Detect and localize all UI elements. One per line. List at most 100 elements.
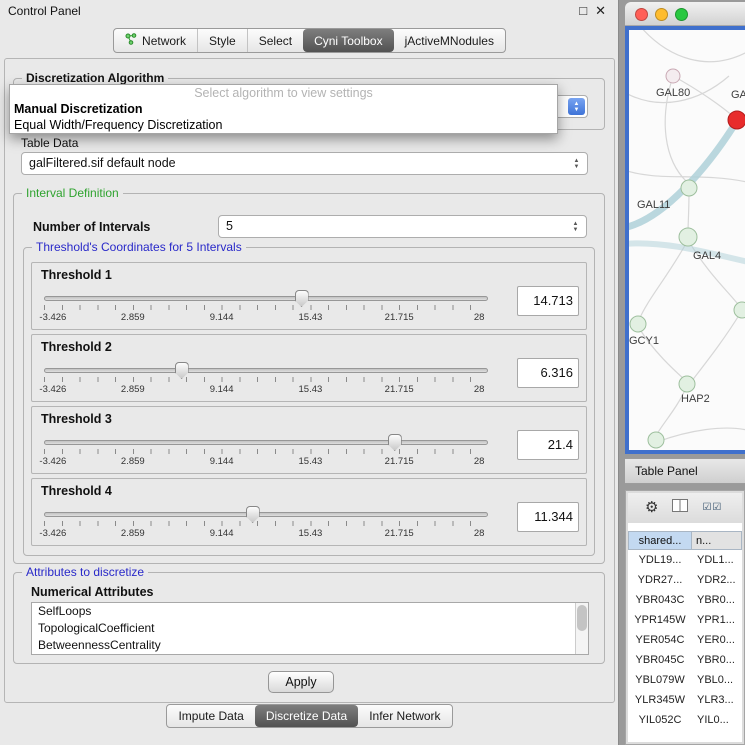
scale-tick-label: 28 (474, 456, 485, 467)
table-row[interactable]: YER054C YER0... (628, 630, 742, 650)
node-label-gal4: GAL4 (693, 250, 721, 262)
tab-style[interactable]: Style (197, 29, 247, 52)
network-node[interactable] (734, 302, 745, 318)
stepper-down-icon: ▼ (573, 227, 579, 233)
threshold-4-slider[interactable]: -3.426 2.859 9.144 15.43 21.715 28 (44, 505, 488, 543)
minimize-traffic-light[interactable] (655, 8, 668, 21)
columns-icon[interactable] (672, 499, 688, 515)
slider-track[interactable] (44, 296, 488, 301)
list-item[interactable]: TopologicalCoefficient (32, 620, 588, 637)
cell[interactable]: YBL0... (692, 670, 742, 690)
table-row[interactable]: YBR045C YBR0... (628, 650, 742, 670)
combo-stepper-icon[interactable]: ▲ ▼ (568, 98, 585, 115)
slider-scale: -3.426 2.859 9.144 15.43 21.715 28 (44, 312, 488, 324)
cell[interactable]: YBR0... (692, 590, 742, 610)
cell[interactable]: YER054C (628, 630, 692, 650)
list-item[interactable]: BetweennessCentrality (32, 637, 588, 654)
tab-cyni-toolbox[interactable]: Cyni Toolbox (303, 29, 393, 52)
cell[interactable]: YDR2... (692, 570, 742, 590)
cell[interactable]: YBR043C (628, 590, 692, 610)
tab-select[interactable]: Select (247, 29, 303, 52)
tab-infer-network[interactable]: Infer Network (358, 705, 451, 727)
cell[interactable]: YPR1... (692, 610, 742, 630)
threshold-1-value-field[interactable]: 14.713 (517, 286, 579, 316)
bottom-tab-strip: Impute Data Discretize Data Infer Networ… (166, 704, 452, 728)
dropdown-option-equal-width[interactable]: Equal Width/Frequency Discretization (10, 117, 557, 133)
table-row[interactable]: YBR043C YBR0... (628, 590, 742, 610)
combo-stepper-icon[interactable]: ▲ ▼ (568, 155, 585, 172)
slider-scale: -3.426 2.859 9.144 15.43 21.715 28 (44, 384, 488, 396)
scale-tick-label: -3.426 (39, 384, 66, 395)
top-tabbar: Network Style Select Cyni Toolbox jActiv… (0, 28, 619, 53)
slider-track[interactable] (44, 368, 488, 373)
table-data-label: Table Data (21, 136, 78, 150)
checkbox-pair-icon[interactable]: ☑☑ (702, 502, 722, 513)
scale-tick-label: 9.144 (210, 456, 234, 467)
scale-tick-label: 28 (474, 384, 485, 395)
list-item[interactable]: SelfLoops (32, 603, 588, 620)
cell[interactable]: YDR27... (628, 570, 692, 590)
column-header-shared[interactable]: shared... (628, 531, 692, 550)
threshold-1-panel: Threshold 1 -3.426 2.859 9.144 15.43 21.… (31, 262, 587, 330)
threshold-2-slider[interactable]: -3.426 2.859 9.144 15.43 21.715 28 (44, 361, 488, 399)
cell[interactable]: YBL079W (628, 670, 692, 690)
close-window-icon[interactable]: ✕ (595, 0, 606, 22)
cell[interactable]: YDL19... (628, 550, 692, 570)
scale-tick-label: 9.144 (210, 384, 234, 395)
combo-stepper-icon[interactable]: ▲ ▼ (567, 218, 584, 235)
tab-jactivemnodules[interactable]: jActiveMNodules (394, 29, 505, 52)
dropdown-option-manual-discretization[interactable]: Manual Discretization (10, 101, 557, 117)
table-row[interactable]: YIL052C YIL0... (628, 710, 742, 730)
gear-icon[interactable]: ⚙ (645, 500, 658, 515)
selected-red-node[interactable] (728, 111, 745, 129)
network-node[interactable] (679, 376, 695, 392)
table-data-combobox[interactable]: galFiltered.sif default node ▲ ▼ (21, 152, 588, 175)
threshold-1-slider[interactable]: -3.426 2.859 9.144 15.43 21.715 28 (44, 289, 488, 327)
list-scrollbar[interactable] (575, 603, 588, 654)
apply-button[interactable]: Apply (268, 671, 334, 693)
cell[interactable]: YPR145W (628, 610, 692, 630)
cell[interactable]: YDL1... (692, 550, 742, 570)
slider-track[interactable] (44, 512, 488, 517)
control-panel-window: Control Panel □ ✕ (0, 0, 619, 745)
threshold-3-slider[interactable]: -3.426 2.859 9.144 15.43 21.715 28 (44, 433, 488, 471)
tab-impute-data[interactable]: Impute Data (167, 705, 254, 727)
cell[interactable]: YIL052C (628, 710, 692, 730)
scrollbar-thumb[interactable] (577, 605, 587, 631)
cell[interactable]: YBR0... (692, 650, 742, 670)
table-row[interactable]: YDR27... YDR2... (628, 570, 742, 590)
tab-discretize-data[interactable]: Discretize Data (255, 705, 358, 727)
number-of-intervals-combobox[interactable]: 5 ▲ ▼ (218, 215, 587, 238)
network-node[interactable] (630, 316, 646, 332)
table-row[interactable]: YPR145W YPR1... (628, 610, 742, 630)
network-node[interactable] (681, 180, 697, 196)
dropdown-placeholder-option[interactable]: Select algorithm to view settings (10, 85, 557, 101)
table-header-row: shared... n... (628, 531, 742, 550)
threshold-4-value-field[interactable]: 11.344 (517, 502, 579, 532)
attributes-list[interactable]: SelfLoops TopologicalCoefficient Between… (31, 602, 589, 655)
table-row[interactable]: YDL19... YDL1... (628, 550, 742, 570)
cell[interactable]: YER0... (692, 630, 742, 650)
network-node[interactable] (666, 69, 680, 83)
column-header-name[interactable]: n... (692, 531, 742, 550)
table-row[interactable]: YBL079W YBL0... (628, 670, 742, 690)
close-traffic-light[interactable] (635, 8, 648, 21)
network-node[interactable] (648, 432, 664, 448)
slider-track[interactable] (44, 440, 488, 445)
tab-network[interactable]: Network (114, 29, 197, 52)
threshold-2-value-field[interactable]: 6.316 (517, 358, 579, 388)
threshold-4-label: Threshold 4 (41, 484, 112, 498)
cell[interactable]: YBR045C (628, 650, 692, 670)
threshold-3-value-field[interactable]: 21.4 (517, 430, 579, 460)
cell[interactable]: YLR3... (692, 690, 742, 710)
float-window-icon[interactable]: □ (579, 0, 587, 22)
table-row[interactable]: YLR345W YLR3... (628, 690, 742, 710)
network-node[interactable] (679, 228, 697, 246)
scale-tick-label: 28 (474, 528, 485, 539)
network-canvas[interactable]: GAL80 GA GAL11 GAL4 GCY1 HAP2 (629, 30, 745, 450)
scale-tick-label: 2.859 (121, 456, 145, 467)
cell[interactable]: YLR345W (628, 690, 692, 710)
cell[interactable]: YIL0... (692, 710, 742, 730)
zoom-traffic-light[interactable] (675, 8, 688, 21)
top-tab-strip: Network Style Select Cyni Toolbox jActiv… (113, 28, 506, 53)
